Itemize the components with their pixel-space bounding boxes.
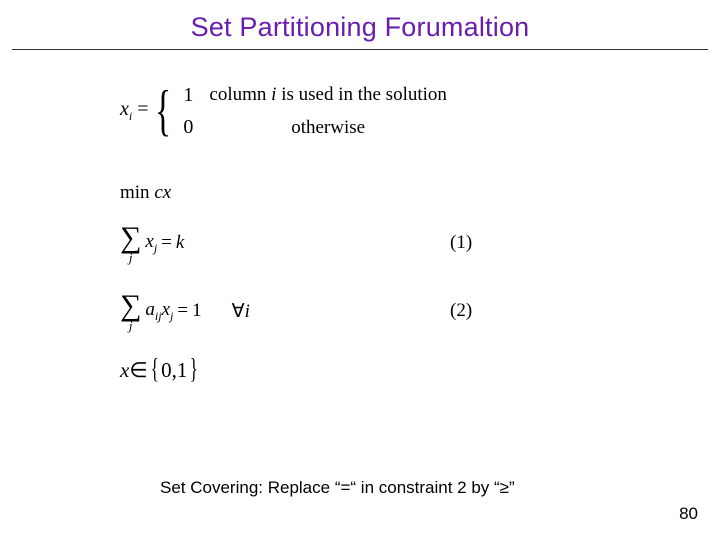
- c2-rhs: 1: [192, 300, 202, 322]
- sigma-icon: ∑: [120, 291, 141, 321]
- sum-2-index: j: [129, 319, 133, 332]
- def-case-1-cond: column i is used in the solution: [209, 85, 447, 104]
- c1-term-var: x: [145, 231, 153, 252]
- constraint-2-number: (2): [450, 300, 472, 322]
- def-case-1-value: 1: [183, 85, 193, 105]
- constraint-2-row: ∑ j aij xj = 1 ∀i (2): [120, 286, 720, 336]
- def-case-0-cond: otherwise: [209, 118, 447, 137]
- def-var: x: [120, 98, 129, 120]
- def-case-1-post: is used in the solution: [276, 84, 446, 105]
- domain-x: x: [120, 358, 129, 383]
- footnote: Set Covering: Replace “=“ in constraint …: [160, 478, 515, 498]
- domain-in: ∈: [129, 358, 147, 383]
- sum-1-index: j: [129, 251, 133, 264]
- def-lhs: xi =: [120, 98, 155, 124]
- set-lbrace-icon: {: [150, 354, 158, 386]
- c2-eq: =: [173, 300, 192, 322]
- objective-min: min: [120, 182, 150, 203]
- variable-definition: xi = { 1 0 column i is used in the solut…: [120, 80, 720, 142]
- def-eq: =: [132, 98, 148, 120]
- c2-term-var: x: [162, 299, 170, 320]
- constraint-1-number: (1): [450, 232, 472, 254]
- constraint-1-row: ∑ j xj = k (1): [120, 218, 720, 268]
- constraint-1: ∑ j xj = k: [120, 218, 720, 268]
- sum-1: ∑ j: [120, 223, 145, 264]
- c2-forall-var: i: [245, 301, 250, 322]
- c1-eq: =: [157, 232, 176, 254]
- c2-forall: ∀i: [232, 300, 250, 323]
- domain-set: 0,1: [161, 358, 187, 383]
- c2-coef: aij: [145, 299, 161, 324]
- def-conditions-column: column i is used in the solution otherwi…: [209, 85, 447, 137]
- page-number: 80: [679, 504, 698, 524]
- constraint-2: ∑ j aij xj = 1 ∀i: [120, 286, 720, 336]
- slide-title: Set Partitioning Forumaltion: [0, 0, 720, 49]
- objective-cx: cx: [150, 182, 172, 203]
- variable-domain: x ∈ { 0,1 }: [120, 354, 720, 386]
- def-case-1-pre: column: [209, 84, 271, 105]
- c2-coef-var: a: [145, 299, 155, 320]
- forall-icon: ∀: [232, 301, 245, 322]
- c1-rhs: k: [176, 232, 184, 254]
- slide: Set Partitioning Forumaltion xi = { 1 0 …: [0, 0, 720, 540]
- objective: min cx: [120, 182, 720, 204]
- c2-term: xj: [162, 299, 174, 324]
- sigma-icon: ∑: [120, 223, 141, 253]
- c2-coef-sub: ij: [155, 308, 162, 322]
- left-brace-icon: {: [155, 83, 172, 139]
- def-values-column: 1 0: [183, 85, 209, 137]
- slide-body: xi = { 1 0 column i is used in the solut…: [0, 50, 720, 386]
- sum-2: ∑ j: [120, 291, 145, 332]
- def-case-0-value: 0: [183, 117, 193, 137]
- c1-term: xj: [145, 231, 157, 256]
- set-rbrace-icon: }: [190, 354, 198, 386]
